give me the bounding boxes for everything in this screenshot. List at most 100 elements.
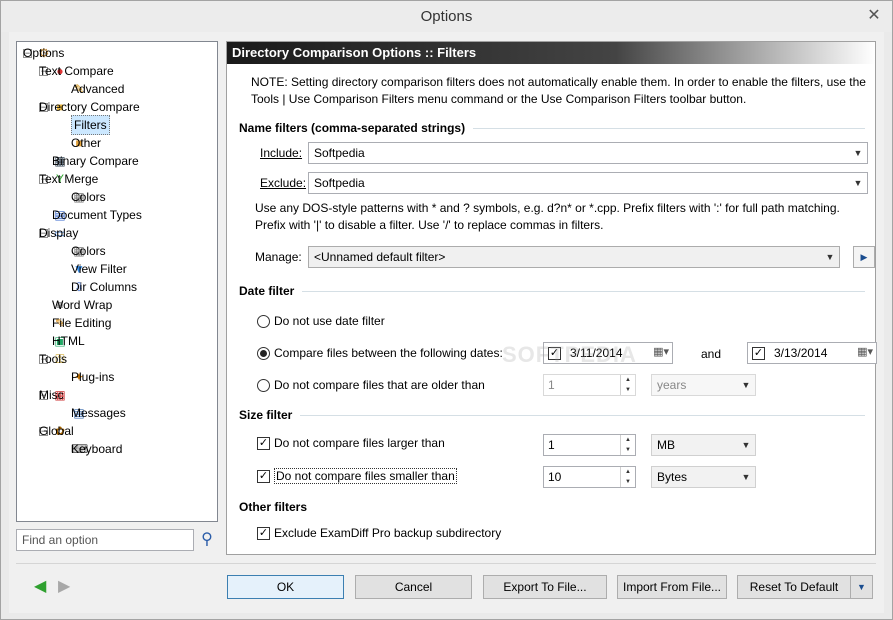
- calendar-icon[interactable]: ▦▾: [857, 345, 873, 358]
- import-from-file-button[interactable]: Import From File...: [617, 575, 727, 599]
- tree-item-label: Advanced: [71, 82, 125, 96]
- radio-older-than[interactable]: Do not compare files that are older than: [257, 378, 485, 392]
- checkbox-smaller-than[interactable]: ✓ Do not compare files smaller than: [257, 468, 457, 484]
- dialog-client: − ⚙ Options − ● Text Compare ✎ Advanced − ■ Direct…: [9, 32, 884, 613]
- tree-item[interactable]: ▤ Messages: [71, 404, 126, 422]
- tree-item-label: Tools: [39, 352, 68, 366]
- tree-item-label: Text Merge: [39, 172, 99, 186]
- tree-item-label: Binary Compare: [52, 154, 139, 168]
- tree-item[interactable]: − ▭ Display: [39, 224, 78, 242]
- manage-label: Manage:: [255, 250, 302, 264]
- tree-item-label: Dir Columns: [71, 280, 138, 294]
- chevron-down-icon[interactable]: ▼: [739, 375, 753, 395]
- tree-item[interactable]: − ⚿ Tools: [39, 350, 71, 368]
- tree-item-label: File Editing: [52, 316, 112, 330]
- calendar-icon[interactable]: ▦▾: [653, 345, 669, 358]
- smaller-than-unit-value: Bytes: [657, 470, 688, 484]
- tree-item-label: Messages: [71, 406, 126, 420]
- tree-item[interactable]: ✎ Advanced: [71, 80, 124, 98]
- tree-item[interactable]: − ✿ Global: [39, 422, 74, 440]
- name-filters-title-text: Name filters (comma-separated strings): [239, 121, 466, 135]
- exclude-combo[interactable]: Softpedia ▼: [308, 172, 868, 194]
- close-icon[interactable]: ✕: [864, 7, 884, 25]
- include-combo[interactable]: Softpedia ▼: [308, 142, 868, 164]
- older-than-unit-value: years: [657, 378, 687, 392]
- radio-no-date-filter[interactable]: Do not use date filter: [257, 314, 385, 328]
- bottom-bar: ◀ ▶ OK Cancel Export To File... Import F…: [16, 563, 876, 607]
- exclude-backup-label: Exclude ExamDiff Pro backup subdirectory: [274, 526, 502, 540]
- older-than-unit-select[interactable]: years ▼: [651, 374, 756, 396]
- size-filter-title-text: Size filter: [239, 408, 293, 422]
- radio-between-dates[interactable]: Compare files between the following date…: [257, 346, 503, 360]
- older-than-stepper[interactable]: 1 ▲ ▼: [543, 374, 636, 396]
- find-option-placeholder: Find an option: [22, 533, 99, 547]
- tree-item[interactable]: ▤ Document Types: [52, 206, 142, 224]
- date-to-picker[interactable]: ✓ 3/13/2014 ▦▾: [747, 342, 877, 364]
- tree-item-label: Other: [71, 136, 102, 150]
- tree-item[interactable]: − ■ Directory Compare: [39, 98, 140, 116]
- manage-combo[interactable]: <Unnamed default filter> ▼: [308, 246, 840, 268]
- tree-item-label: Options: [23, 46, 65, 60]
- tree-item[interactable]: ✦ Plug-ins: [71, 368, 114, 386]
- ok-button[interactable]: OK: [227, 575, 344, 599]
- tree-item[interactable]: − ● Text Compare: [39, 62, 114, 80]
- chevron-down-icon[interactable]: ▼: [823, 247, 837, 267]
- tree-item[interactable]: − ⚙ Options: [23, 44, 64, 62]
- chevron-down-icon[interactable]: ▼: [851, 173, 865, 193]
- chevron-down-icon[interactable]: ▼: [739, 467, 753, 487]
- smaller-than-unit-select[interactable]: Bytes ▼: [651, 466, 756, 488]
- tree-item[interactable]: − ▦ Misc: [39, 386, 71, 404]
- tree-item[interactable]: ⌨ Keyboard: [71, 440, 122, 458]
- tree-item[interactable]: ⇩ Dir Columns: [71, 278, 137, 296]
- tree-item-label: Text Compare: [39, 64, 114, 78]
- tree-item[interactable]: ✎ File Editing: [52, 314, 111, 332]
- reset-to-default-button[interactable]: Reset To Default ▼: [737, 575, 873, 599]
- checkbox-exclude-backup[interactable]: ✓ Exclude ExamDiff Pro backup subdirector…: [257, 526, 501, 540]
- forward-arrow-icon[interactable]: ▶: [58, 577, 70, 597]
- export-to-file-button[interactable]: Export To File...: [483, 575, 607, 599]
- tree-item[interactable]: ■ Other: [71, 134, 101, 152]
- reset-to-default-label: Reset To Default: [749, 580, 839, 594]
- filter-help-text: Use any DOS-style patterns with * and ? …: [255, 201, 840, 232]
- search-icon[interactable]: ⚲: [197, 529, 217, 551]
- tree-item-label: Misc: [39, 388, 64, 402]
- options-tree[interactable]: − ⚙ Options − ● Text Compare ✎ Advanced − ■ Direct…: [16, 41, 218, 522]
- spin-arrows-icon[interactable]: ▲ ▼: [620, 467, 635, 487]
- tree-item-label: Colors: [71, 244, 106, 258]
- chevron-down-icon[interactable]: ▼: [850, 576, 872, 598]
- tree-item[interactable]: − Y Text Merge: [39, 170, 98, 188]
- chevron-down-icon[interactable]: ▼: [739, 435, 753, 455]
- title-bar: Options ✕: [1, 1, 892, 32]
- tree-item[interactable]: ▦ Binary Compare: [52, 152, 139, 170]
- tree-item[interactable]: ▼ View Filter: [71, 260, 127, 278]
- tree-item[interactable]: ▦ Colors: [71, 242, 106, 260]
- play-arrow-icon: ▶: [860, 252, 868, 262]
- exclude-value: Softpedia: [314, 176, 365, 190]
- tree-item-label: Word Wrap: [52, 298, 113, 312]
- tree-item[interactable]: ▣ HTML: [52, 332, 85, 350]
- include-value: Softpedia: [314, 146, 365, 160]
- spin-arrows-icon[interactable]: ▲ ▼: [620, 375, 635, 395]
- chevron-down-icon[interactable]: ▼: [851, 143, 865, 163]
- manage-menu-button[interactable]: ▶: [853, 246, 875, 268]
- larger-than-stepper[interactable]: 1 ▲ ▼: [543, 434, 636, 456]
- date-to-value: 3/13/2014: [774, 346, 828, 360]
- checkbox-larger-than[interactable]: ✓ Do not compare files larger than: [257, 436, 445, 450]
- tree-item-label: Display: [39, 226, 79, 240]
- tree-item[interactable]: ≡ Word Wrap: [52, 296, 112, 314]
- date-filter-title: Date filter: [239, 284, 865, 298]
- cancel-button[interactable]: Cancel: [355, 575, 472, 599]
- larger-than-unit-select[interactable]: MB ▼: [651, 434, 756, 456]
- tree-item[interactable]: ▦ Colors: [71, 188, 106, 206]
- spin-arrows-icon[interactable]: ▲ ▼: [620, 435, 635, 455]
- other-filters-title-text: Other filters: [239, 500, 308, 514]
- back-arrow-icon[interactable]: ◀: [34, 577, 46, 597]
- window-title: Options: [420, 8, 473, 25]
- date-filter-title-text: Date filter: [239, 284, 295, 298]
- watermark: SOFTPEDIA: [502, 342, 637, 367]
- tree-item[interactable]: ▼Filters: [71, 115, 110, 135]
- smaller-than-stepper[interactable]: 10 ▲ ▼: [543, 466, 636, 488]
- include-label: Include:: [260, 146, 303, 160]
- date-to-checkbox[interactable]: ✓: [752, 346, 765, 360]
- find-option-input[interactable]: Find an option: [16, 529, 194, 551]
